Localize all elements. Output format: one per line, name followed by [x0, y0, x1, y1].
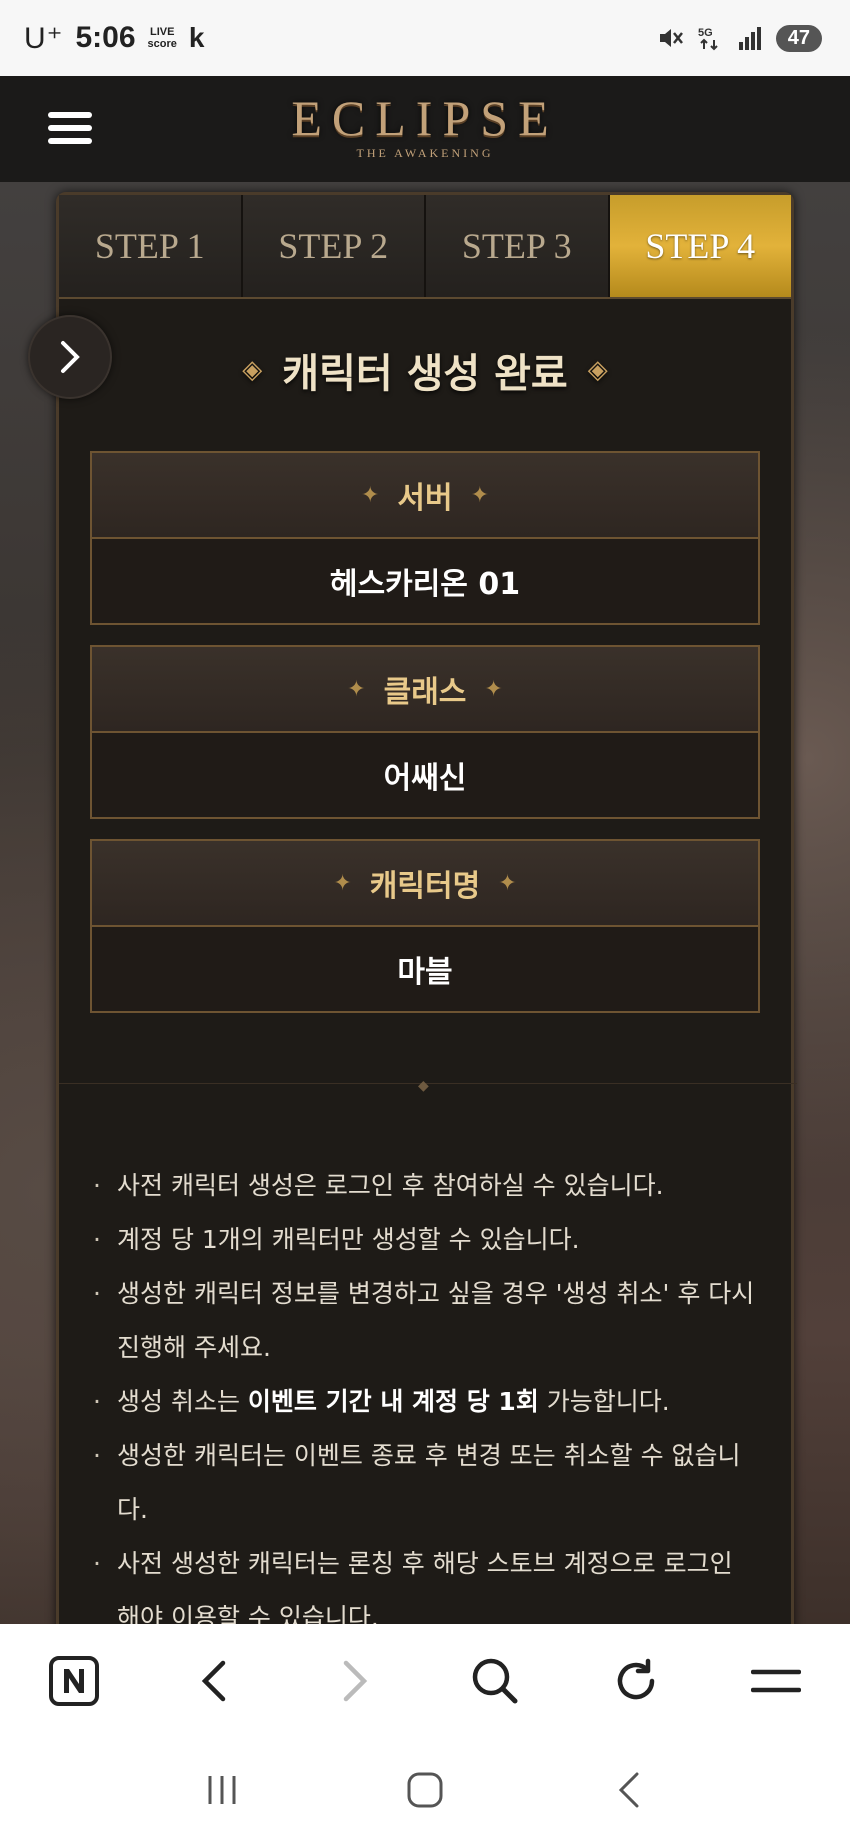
menu-icon: [750, 1669, 801, 1693]
character-name-info-box: ✦ 캐릭터명 ✦ 마블: [90, 839, 760, 1013]
naver-home-button[interactable]: [44, 1651, 104, 1711]
logo-title: ECLIPSE: [291, 90, 559, 146]
notice-item: 생성한 캐릭터는 이벤트 종료 후 변경 또는 취소할 수 없습니다.: [93, 1429, 755, 1537]
k-app-icon: k: [188, 22, 205, 53]
sparkle-icon: ✦: [470, 482, 490, 508]
notice-item: 사전 캐릭터 생성은 로그인 후 참여하실 수 있습니다.: [93, 1159, 755, 1213]
tab-step-1[interactable]: STEP 1: [59, 195, 243, 297]
class-label: 클래스: [383, 675, 467, 710]
character-name-value: 마블: [92, 927, 758, 1011]
forward-button[interactable]: [325, 1651, 385, 1711]
server-value: 헤스카리온 01: [92, 539, 758, 623]
section-title-text: 캐릭터 생성 완료: [282, 351, 568, 397]
logo-subtitle: THE AWAKENING: [356, 146, 494, 160]
divider-ornament-icon: ◆: [418, 1078, 429, 1094]
notice-item: 생성한 캐릭터 정보를 변경하고 싶을 경우 '생성 취소' 후 다시 진행해 …: [93, 1267, 755, 1375]
back-icon: [619, 1772, 639, 1808]
ornament-right-icon: ◈: [587, 355, 608, 385]
class-label-row: ✦ 클래스 ✦: [92, 647, 758, 733]
home-button[interactable]: [395, 1760, 455, 1820]
side-panel-toggle-button[interactable]: [28, 315, 112, 399]
refresh-icon: [617, 1658, 654, 1700]
tab-step-2[interactable]: STEP 2: [242, 195, 426, 297]
eclipse-logo[interactable]: ECLIPSE THE AWAKENING: [0, 92, 850, 161]
server-info-box: ✦ 서버 ✦ 헤스카리온 01: [90, 451, 760, 625]
browser-toolbar: [0, 1624, 850, 1738]
notice-emphasis: 이벤트 기간 내 계정 당 1회: [247, 1387, 539, 1416]
notice-text: 가능합니다.: [538, 1387, 670, 1416]
browser-menu-button[interactable]: [746, 1651, 806, 1711]
status-bar: U⁺ 5:06 LIVE score k 5G 47: [0, 0, 850, 76]
forward-icon: [343, 1660, 367, 1702]
refresh-button[interactable]: [606, 1651, 666, 1711]
notice-text: 생성 취소는: [117, 1387, 248, 1416]
section-divider: ◆: [59, 1078, 797, 1094]
notice-item: 계정 당 1개의 캐릭터만 생성할 수 있습니다.: [93, 1213, 755, 1267]
battery-indicator: 47: [775, 24, 822, 52]
recents-button[interactable]: [192, 1760, 252, 1820]
notice-list: 사전 캐릭터 생성은 로그인 후 참여하실 수 있습니다. 계정 당 1개의 캐…: [59, 1093, 791, 1624]
tab-step-4[interactable]: STEP 4: [609, 195, 791, 297]
naver-home-icon: [49, 1656, 99, 1706]
search-button[interactable]: [465, 1651, 525, 1711]
5g-icon: 5G: [698, 27, 718, 51]
site-header: ECLIPSE THE AWAKENING: [0, 76, 850, 182]
signal-icon: [738, 27, 761, 50]
sparkle-icon: ✦: [360, 482, 380, 508]
character-name-label-row: ✦ 캐릭터명 ✦: [92, 841, 758, 927]
carrier-label: U⁺: [24, 21, 64, 55]
notice-item: 사전 생성한 캐릭터는 론칭 후 해당 스토브 계정으로 로그인해야 이용할 수…: [93, 1537, 755, 1624]
search-icon: [472, 1658, 518, 1704]
livescore-label-top: LIVE: [150, 26, 175, 38]
livescore-icon: LIVE score: [148, 26, 177, 50]
system-nav-bar: [0, 1738, 850, 1842]
sparkle-icon: ✦: [484, 676, 503, 702]
livescore-label-bottom: score: [147, 38, 177, 50]
recents-icon: [208, 1776, 236, 1804]
sparkle-icon: ✦: [347, 676, 366, 702]
clock-time: 5:06: [75, 21, 136, 54]
back-icon: [202, 1660, 226, 1702]
sparkle-icon: ✦: [498, 870, 517, 896]
server-label: 서버: [397, 481, 453, 516]
section-title: ◈ 캐릭터 생성 완료 ◈: [59, 341, 791, 399]
mute-icon: [659, 29, 683, 47]
class-value: 어쌔신: [92, 733, 758, 817]
class-info-box: ✦ 클래스 ✦ 어쌔신: [90, 645, 760, 819]
ornament-left-icon: ◈: [242, 355, 263, 385]
notice-item: 생성 취소는 이벤트 기간 내 계정 당 1회 가능합니다.: [93, 1375, 755, 1429]
svg-text:5G: 5G: [698, 27, 713, 39]
system-back-button[interactable]: [598, 1760, 658, 1820]
status-right: 5G 47: [656, 24, 822, 52]
back-button[interactable]: [184, 1651, 244, 1711]
character-name-label: 캐릭터명: [369, 869, 481, 904]
event-panel: STEP 1 STEP 2 STEP 3 STEP 4 ◈ 캐릭터 생성 완료 …: [56, 192, 797, 1624]
tab-step-3[interactable]: STEP 3: [426, 195, 610, 297]
chevron-right-icon: [61, 341, 80, 373]
server-label-row: ✦ 서버 ✦: [92, 453, 758, 539]
home-icon: [407, 1772, 443, 1808]
sparkle-icon: ✦: [333, 870, 352, 896]
main-content: STEP 1 STEP 2 STEP 3 STEP 4 ◈ 캐릭터 생성 완료 …: [0, 182, 850, 1624]
status-left: U⁺ 5:06 LIVE score k: [24, 21, 204, 56]
step-tabs: STEP 1 STEP 2 STEP 3 STEP 4: [59, 195, 791, 299]
